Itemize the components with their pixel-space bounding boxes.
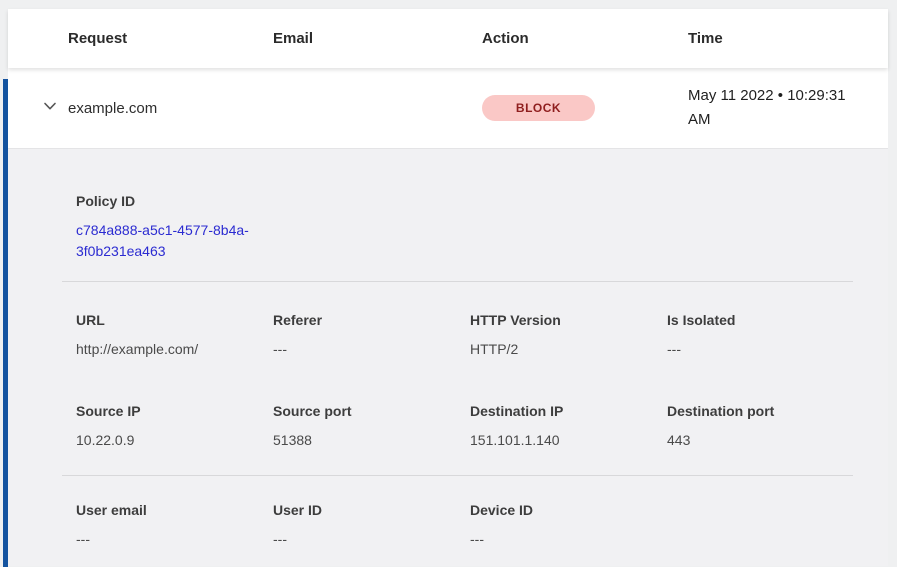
- policy-id-label: Policy ID: [76, 191, 853, 211]
- column-header-email: Email: [273, 30, 482, 47]
- field-destination-port-label: Destination port: [667, 401, 853, 421]
- field-device-id: Device ID ---: [470, 500, 667, 549]
- field-http-version-value: HTTP/2: [470, 339, 667, 359]
- column-header-request: Request: [68, 30, 273, 47]
- field-referer-value: ---: [273, 339, 470, 359]
- field-destination-ip: Destination IP 151.101.1.140: [470, 401, 667, 450]
- column-header-action: Action: [482, 30, 688, 47]
- logs-table: Request Email Action Time example.com BL…: [8, 9, 888, 566]
- details-section-network: Source IP 10.22.0.9 Source port 51388 De…: [76, 401, 853, 450]
- field-is-isolated-label: Is Isolated: [667, 310, 853, 330]
- log-details-panel: Policy ID c784a888-a5c1-4577-8b4a-3f0b23…: [8, 149, 888, 566]
- policy-id-link[interactable]: c784a888-a5c1-4577-8b4a-3f0b231ea463: [76, 220, 274, 262]
- field-source-ip-value: 10.22.0.9: [76, 430, 273, 450]
- row-request-value: example.com: [68, 100, 273, 117]
- field-destination-port: Destination port 443: [667, 401, 853, 450]
- field-referer: Referer ---: [273, 310, 470, 359]
- column-header-time: Time: [688, 30, 888, 47]
- log-table-row[interactable]: example.com BLOCK May 11 2022 • 10:29:31…: [8, 68, 888, 149]
- row-time-value: May 11 2022 • 10:29:31 AM: [688, 84, 888, 132]
- field-device-id-label: Device ID: [470, 500, 667, 520]
- field-user-email-label: User email: [76, 500, 273, 520]
- field-user-email: User email ---: [76, 500, 273, 549]
- field-device-id-value: ---: [470, 529, 667, 549]
- field-is-isolated: Is Isolated ---: [667, 310, 853, 359]
- field-policy-id: Policy ID c784a888-a5c1-4577-8b4a-3f0b23…: [76, 191, 853, 262]
- field-user-email-value: ---: [76, 529, 273, 549]
- field-http-version: HTTP Version HTTP/2: [470, 310, 667, 359]
- block-action-badge: BLOCK: [482, 95, 595, 121]
- field-user-id: User ID ---: [273, 500, 470, 549]
- chevron-down-icon[interactable]: [42, 98, 58, 114]
- field-user-id-value: ---: [273, 529, 470, 549]
- field-url-label: URL: [76, 310, 273, 330]
- section-divider: [62, 281, 853, 282]
- field-source-port-value: 51388: [273, 430, 470, 450]
- details-section-request: URL http://example.com/ Referer --- HTTP…: [76, 310, 853, 359]
- field-http-version-label: HTTP Version: [470, 310, 667, 330]
- field-source-ip: Source IP 10.22.0.9: [76, 401, 273, 450]
- expanded-row-accent-bar: [3, 79, 8, 567]
- field-is-isolated-value: ---: [667, 339, 853, 359]
- field-url-value: http://example.com/: [76, 339, 273, 359]
- field-destination-port-value: 443: [667, 430, 853, 450]
- field-destination-ip-label: Destination IP: [470, 401, 667, 421]
- gateway-logs-page: Request Email Action Time example.com BL…: [0, 9, 897, 567]
- row-expand-cell: [8, 98, 68, 119]
- field-url: URL http://example.com/: [76, 310, 273, 359]
- field-source-port-label: Source port: [273, 401, 470, 421]
- section-divider: [62, 475, 853, 476]
- table-header-row: Request Email Action Time: [8, 9, 888, 68]
- details-section-user: User email --- User ID --- Device ID ---: [76, 500, 853, 549]
- field-user-id-label: User ID: [273, 500, 470, 520]
- field-source-ip-label: Source IP: [76, 401, 273, 421]
- field-referer-label: Referer: [273, 310, 470, 330]
- row-action-cell: BLOCK: [482, 95, 688, 121]
- field-source-port: Source port 51388: [273, 401, 470, 450]
- field-destination-ip-value: 151.101.1.140: [470, 430, 667, 450]
